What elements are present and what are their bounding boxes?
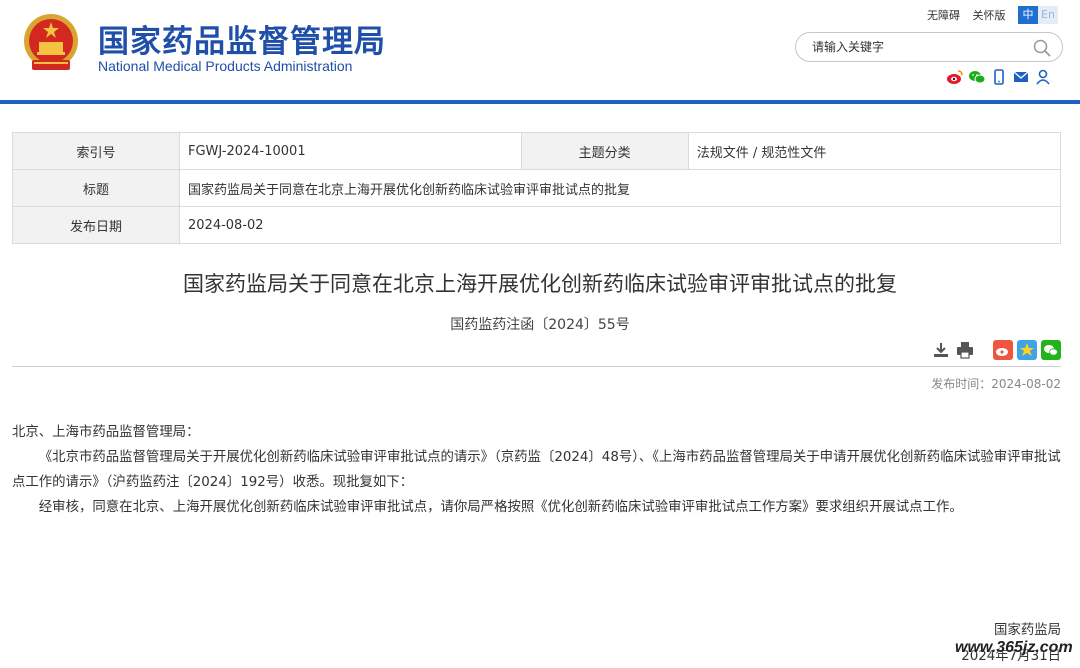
weibo-share-icon[interactable]	[993, 340, 1013, 360]
user-icon[interactable]	[1034, 68, 1052, 86]
index-value: FGWJ-2024-10001	[179, 132, 522, 170]
mobile-icon[interactable]	[990, 68, 1008, 86]
table-row: 索引号 FGWJ-2024-10001 主题分类 法规文件 / 规范性文件	[12, 132, 1062, 170]
print-icon[interactable]	[955, 340, 975, 360]
document-meta-table: 索引号 FGWJ-2024-10001 主题分类 法规文件 / 规范性文件 标题…	[12, 132, 1062, 244]
table-row: 发布日期 2024-08-02	[12, 206, 1061, 244]
publish-time: 发布时间：2024-08-02	[931, 377, 1061, 391]
article-toolbar	[931, 340, 1061, 360]
date-label: 发布日期	[12, 206, 180, 244]
national-emblem-icon	[24, 14, 78, 70]
article-title: 国家药监局关于同意在北京上海开展优化创新药临床试验审评审批试点的批复	[183, 272, 897, 296]
care-mode-link[interactable]: 关怀版	[973, 9, 1006, 22]
wechat-share-icon[interactable]	[1041, 340, 1061, 360]
paragraph: 《北京市药品监督管理局关于开展优化创新药临床试验审评审批试点的请示》（京药监〔2…	[12, 450, 1061, 490]
header-divider	[0, 100, 1080, 104]
toolbar-divider	[12, 366, 1061, 367]
search-icon[interactable]	[1032, 38, 1052, 58]
mail-icon[interactable]	[1012, 68, 1030, 86]
table-row: 标题 国家药监局关于同意在北京上海开展优化创新药临床试验审评审批试点的批复	[12, 169, 1061, 207]
site-name-en[interactable]: National Medical Products Administration	[98, 58, 352, 74]
signature-org: 国家药监局	[994, 623, 1061, 638]
category-value: 法规文件 / 规范性文件	[687, 132, 1062, 170]
date-value: 2024-08-02	[179, 206, 1061, 244]
qzone-share-icon[interactable]	[1017, 340, 1037, 360]
accessibility-link[interactable]: 无障碍	[927, 9, 960, 22]
lang-zh-button[interactable]: 中	[1018, 6, 1038, 24]
top-links: 无障碍 关怀版	[927, 7, 1015, 23]
index-label: 索引号	[12, 132, 180, 170]
title-label: 标题	[12, 169, 180, 207]
toolbar-spacer	[979, 340, 989, 360]
lang-en-button[interactable]: En	[1038, 6, 1058, 24]
paragraph: 经审核，同意在北京、上海开展优化创新药临床试验审评审批试点，请你局严格按照《优化…	[38, 500, 963, 515]
search-input[interactable]	[812, 39, 1022, 55]
document-number: 国药监药注函〔2024〕55号	[450, 317, 630, 333]
site-name-cn[interactable]: 国家药品监督管理局	[98, 16, 386, 61]
weibo-icon[interactable]	[946, 68, 964, 86]
title-value: 国家药监局关于同意在北京上海开展优化创新药临床试验审评审批试点的批复	[179, 169, 1061, 207]
site-watermark: www.365jz.com	[955, 639, 1073, 656]
search-box	[795, 32, 1063, 62]
language-switch: 中 En	[1018, 6, 1058, 24]
social-links	[946, 68, 1052, 86]
salutation: 北京、上海市药品监督管理局：	[12, 425, 200, 440]
article-body: 北京、上海市药品监督管理局： 《北京市药品监督管理局关于开展优化创新药临床试验审…	[12, 420, 1064, 520]
site-header: 国家药品监督管理局 National Medical Products Admi…	[0, 0, 1080, 100]
download-icon[interactable]	[931, 340, 951, 360]
wechat-icon[interactable]	[968, 68, 986, 86]
category-label: 主题分类	[520, 132, 689, 170]
